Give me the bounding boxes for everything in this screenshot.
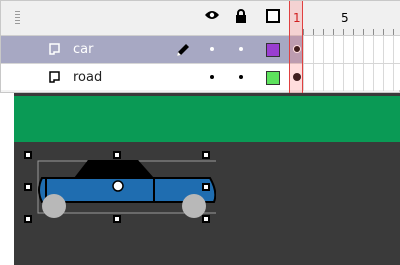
canvas[interactable] xyxy=(14,93,400,265)
layer-name-car[interactable]: car xyxy=(73,42,93,57)
layer-row-car[interactable]: car xyxy=(1,36,400,63)
transform-handle-middle-right[interactable] xyxy=(202,183,210,191)
frame-label-5[interactable]: 5 xyxy=(341,11,349,25)
layer-outline-color-swatch[interactable] xyxy=(266,43,280,57)
lock-icon[interactable] xyxy=(235,9,247,23)
layer-row-road[interactable]: road xyxy=(1,63,400,91)
lock-toggle[interactable] xyxy=(239,47,243,51)
visibility-toggle[interactable] xyxy=(210,47,214,51)
transform-handle-bottom-right[interactable] xyxy=(202,215,210,223)
transform-handle-top-right[interactable] xyxy=(202,151,210,159)
visibility-toggle[interactable] xyxy=(210,75,214,79)
lock-toggle[interactable] xyxy=(239,75,243,79)
layer-icon xyxy=(49,43,60,55)
transform-handle-top-center[interactable] xyxy=(113,151,121,159)
transform-handle-bottom-center[interactable] xyxy=(113,215,121,223)
transform-handle-top-left[interactable] xyxy=(24,151,32,159)
transform-handle-bottom-left[interactable] xyxy=(24,215,32,223)
panel-grip-icon[interactable] xyxy=(15,11,20,25)
stage xyxy=(0,93,400,265)
timeline-header: 1 5 xyxy=(1,1,400,36)
transform-handle-middle-left[interactable] xyxy=(24,183,32,191)
car-symbol[interactable] xyxy=(30,156,216,219)
layer-name-road[interactable]: road xyxy=(73,70,102,85)
timeline-panel: 1 5 car road xyxy=(0,0,400,94)
pencil-icon xyxy=(177,44,189,56)
frame-ruler-ticks xyxy=(303,29,400,35)
eye-icon[interactable] xyxy=(204,10,220,20)
outline-square-icon[interactable] xyxy=(266,9,280,23)
playhead-frame-1[interactable] xyxy=(289,1,303,94)
frame-cells[interactable] xyxy=(303,36,400,63)
road-shape[interactable] xyxy=(14,96,400,142)
layer-icon xyxy=(49,71,60,83)
layer-outline-color-swatch[interactable] xyxy=(266,71,280,85)
frame-cells[interactable] xyxy=(303,64,400,91)
